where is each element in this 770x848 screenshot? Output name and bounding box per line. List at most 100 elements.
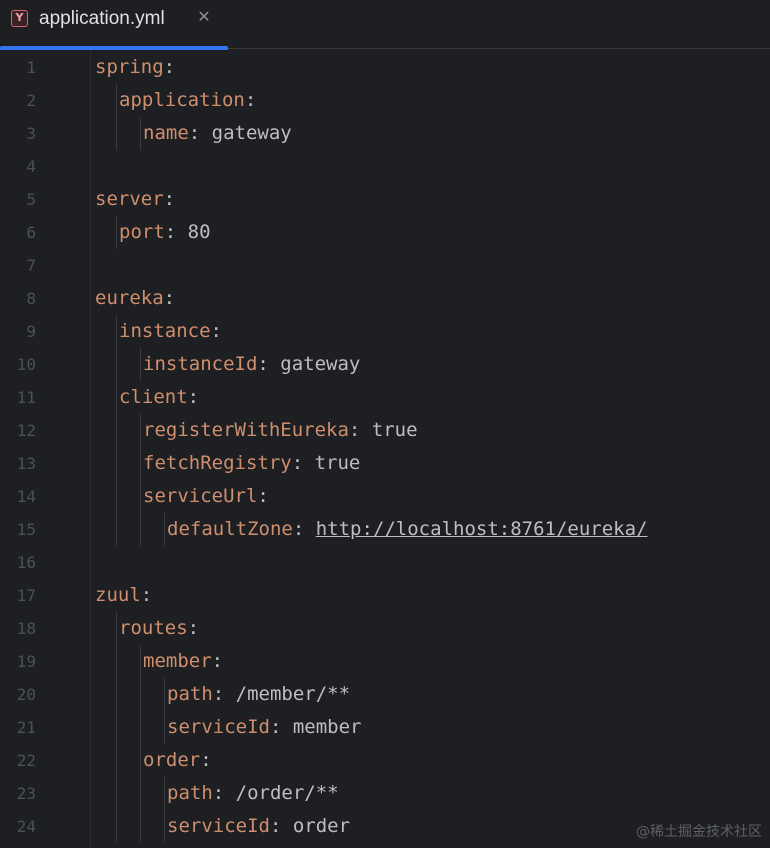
yaml-separator: : [163,287,176,309]
code-text: serviceId: member [167,711,361,744]
code-text: path: /member/** [167,678,350,711]
yaml-separator: : [257,485,269,507]
yaml-key: zuul [95,584,141,606]
code-text: instanceId: gateway [143,348,360,381]
indent-guide [140,645,141,843]
indent-guide [116,84,117,150]
yaml-separator: : [163,56,176,78]
editor-tab-bar: Y application.yml ✕ [0,0,770,50]
line-number: 20 [16,685,36,704]
code-text: name: gateway [143,117,292,150]
indent-guide [140,414,141,546]
yaml-separator: : [292,518,316,540]
indent-guide [164,513,165,546]
indent-guide [164,777,165,843]
indent-guide [116,612,117,843]
yaml-separator: : [164,221,188,243]
yaml-key: fetchRegistry [143,452,292,474]
yaml-separator: : [269,815,293,837]
line-number: 2 [26,91,36,110]
url-link[interactable]: http://localhost:8761/eureka/ [316,518,648,540]
yaml-separator: : [244,89,257,111]
yaml-key: name [143,122,189,144]
yaml-key: path [167,683,213,705]
code-text: order: [143,744,212,777]
code-text: defaultZone: http://localhost:8761/eurek… [167,513,647,546]
indent-guide [140,348,141,381]
line-number: 1 [26,58,36,77]
code-text: server: [95,183,175,216]
code-line[interactable]: 16 [0,546,770,579]
yaml-key: server [95,188,164,210]
yaml-separator: : [210,320,222,342]
code-text: port: 80 [119,216,211,249]
line-number: 14 [16,487,36,506]
yaml-separator: : [187,386,200,408]
code-text: member: [143,645,223,678]
line-number: 23 [16,784,36,803]
code-text: serviceId: order [167,810,350,843]
line-number: 13 [16,454,36,473]
code-line[interactable]: 4 [0,150,770,183]
code-line[interactable]: 8 eureka: [0,282,770,315]
yaml-value: 80 [187,221,211,243]
tab-title: application.yml [39,8,165,29]
yaml-file-icon: Y [11,10,28,27]
line-number: 21 [16,718,36,737]
yaml-value: member [292,716,362,738]
line-number: 9 [26,322,36,341]
yaml-value: true [314,452,361,474]
line-number: 8 [26,289,36,308]
code-text: eureka: [95,282,175,315]
code-text: registerWithEureka: true [143,414,418,447]
code-editor[interactable]: 1 spring: 2 application: 3 name: gateway 4 5 ser… [0,50,770,848]
yaml-key: eureka [95,287,164,309]
yaml-value: /order/** [235,782,339,804]
line-number: 19 [16,652,36,671]
indent-guide [116,216,117,249]
yaml-value: true [371,419,418,441]
line-number: 10 [16,355,36,374]
code-line[interactable]: 1 spring: [0,51,770,84]
yaml-separator: : [291,452,315,474]
yaml-key: instanceId [143,353,258,375]
yaml-separator: : [211,650,224,672]
line-number: 24 [16,817,36,836]
code-text: routes: [119,612,199,645]
yaml-key: registerWithEureka [143,419,349,441]
line-number: 15 [16,520,36,539]
yaml-value: /member/** [235,683,351,705]
code-line[interactable]: 17 zuul: [0,579,770,612]
code-line[interactable]: 7 [0,249,770,282]
code-text: spring: [95,51,175,84]
line-number: 16 [16,553,36,572]
code-text: zuul: [95,579,152,612]
yaml-separator: : [348,419,372,441]
line-number: 5 [26,190,36,209]
yaml-separator: : [163,188,176,210]
code-text: path: /order/** [167,777,339,810]
yaml-key: path [167,782,213,804]
yaml-key: serviceId [167,815,270,837]
close-icon[interactable]: ✕ [195,8,213,26]
yaml-key: defaultZone [167,518,293,540]
line-number: 18 [16,619,36,638]
code-line[interactable]: 5 server: [0,183,770,216]
line-number: 4 [26,157,36,176]
yaml-key: spring [95,56,164,78]
yaml-separator: : [269,716,293,738]
code-text: application: [119,84,256,117]
line-number: 3 [26,124,36,143]
code-text: fetchRegistry: true [143,447,360,480]
yaml-key: client [119,386,188,408]
line-number: 22 [16,751,36,770]
yaml-separator: : [188,122,212,144]
tab-application-yml[interactable]: Y application.yml ✕ [0,0,228,50]
yaml-key: instance [119,320,211,342]
indent-guide [116,315,117,546]
indent-guide [140,117,141,150]
yaml-value: order [292,815,351,837]
code-text: serviceUrl: [143,480,269,513]
indent-guide [164,678,165,744]
code-text: instance: [119,315,222,348]
